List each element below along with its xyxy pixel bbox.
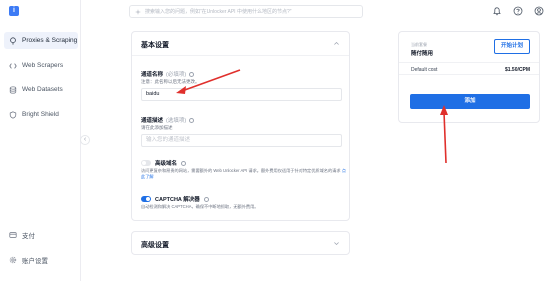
info-icon[interactable] — [189, 72, 195, 78]
sidebar-item-label: Proxies & Scraping — [22, 37, 78, 44]
brand-logo[interactable]: i — [9, 6, 19, 16]
search-input[interactable]: 搜索输入您的问题，例如“在Unlocker API 中使用什么地区的节点?” — [129, 5, 363, 18]
search-placeholder: 搜索输入您的问题，例如“在Unlocker API 中使用什么地区的节点?” — [145, 9, 292, 15]
plan-card: 当前套餐 随付随用 开始计划 Default cost $1.50/CPM 添加 — [398, 31, 540, 123]
sidebar-item-label: Web Scrapers — [22, 62, 64, 69]
card-icon — [9, 231, 17, 239]
captcha-solver-label: CAPTCHA 解决器 — [155, 197, 200, 203]
add-button[interactable]: 添加 — [410, 94, 530, 109]
info-icon[interactable] — [203, 196, 209, 202]
info-icon[interactable] — [189, 118, 195, 124]
sidebar-item-proxies-scraping[interactable]: Proxies & Scraping — [4, 32, 78, 49]
sidebar: i Proxies & Scraping Web Scrapers Web Da… — [0, 0, 81, 281]
sidebar-item-web-scrapers[interactable]: Web Scrapers — [4, 57, 78, 74]
sidebar-item-payment[interactable]: 支付 — [4, 226, 78, 243]
channel-desc-label: 通道描述 (选填项) — [141, 116, 195, 124]
bell-icon[interactable] — [492, 6, 502, 16]
gear-icon — [9, 256, 17, 264]
code-icon — [9, 62, 17, 70]
proxy-icon — [9, 36, 17, 45]
chevron-up-icon[interactable] — [333, 40, 340, 47]
sidebar-item-bright-shield[interactable]: Bright Shield — [4, 106, 78, 123]
required-tag: (必填项) — [166, 72, 187, 78]
premium-domains-label: 高级域名 — [155, 161, 178, 167]
sparkle-icon — [135, 8, 141, 15]
channel-name-hint: 注意：此名称以后无法更改。 — [141, 79, 200, 84]
sidebar-item-label: Bright Shield — [22, 111, 59, 118]
default-cost-value: $1.50/CPM — [504, 67, 530, 73]
captcha-solver-row: CAPTCHA 解决器 — [141, 195, 209, 203]
premium-domains-row: 高级域名 — [141, 159, 187, 167]
sidebar-item-label: 支付 — [22, 232, 35, 240]
user-avatar-icon[interactable] — [534, 6, 544, 16]
collapse-sidebar-button[interactable]: ‹ — [80, 135, 90, 145]
premium-domains-description: 访问更复杂和昂贵的网站，需要额外的 Web Unlocker API 请求。额外… — [141, 168, 346, 179]
channel-name-input[interactable]: baidu — [141, 88, 342, 101]
channel-name-label: 通道名称 (必填项) — [141, 70, 195, 78]
start-plan-button[interactable]: 开始计划 — [494, 39, 530, 54]
sidebar-item-account-settings[interactable]: 账户设置 — [4, 251, 78, 268]
advanced-settings-title: 高级设置 — [141, 242, 169, 249]
captcha-solver-toggle[interactable] — [141, 196, 151, 202]
chevron-down-icon[interactable] — [333, 240, 340, 247]
help-icon[interactable] — [513, 6, 523, 16]
channel-desc-hint: 请在此添加描述 — [141, 125, 173, 130]
basic-settings-header[interactable]: 基本设置 — [132, 32, 349, 56]
channel-desc-input[interactable]: 输入您的通道描述 — [141, 134, 342, 147]
shield-icon — [9, 110, 17, 119]
default-cost-row: Default cost $1.50/CPM — [399, 62, 539, 75]
basic-settings-panel: 基本设置 通道名称 (必填项) 注意：此名称以后无法更改。 baidu 通道描述(… — [131, 31, 350, 221]
plan-label: 当前套餐 — [411, 42, 427, 47]
section-title: 基本设置 — [141, 42, 169, 49]
default-cost-label: Default cost — [411, 67, 438, 73]
advanced-settings-panel[interactable]: 高级设置 — [131, 231, 350, 255]
sidebar-item-label: 账户设置 — [22, 257, 48, 265]
database-icon — [9, 85, 17, 94]
sidebar-item-web-datasets[interactable]: Web Datasets — [4, 81, 78, 98]
sidebar-item-label: Web Datasets — [22, 86, 63, 93]
info-icon[interactable] — [181, 160, 187, 166]
premium-domains-toggle[interactable] — [141, 160, 151, 166]
captcha-solver-description: 自动检测和解决 CAPTCHA，确保不中断地抓取，无额外费用。 — [141, 204, 259, 209]
plan-name: 随付随用 — [411, 51, 434, 57]
optional-tag: (选填项) — [166, 118, 187, 124]
